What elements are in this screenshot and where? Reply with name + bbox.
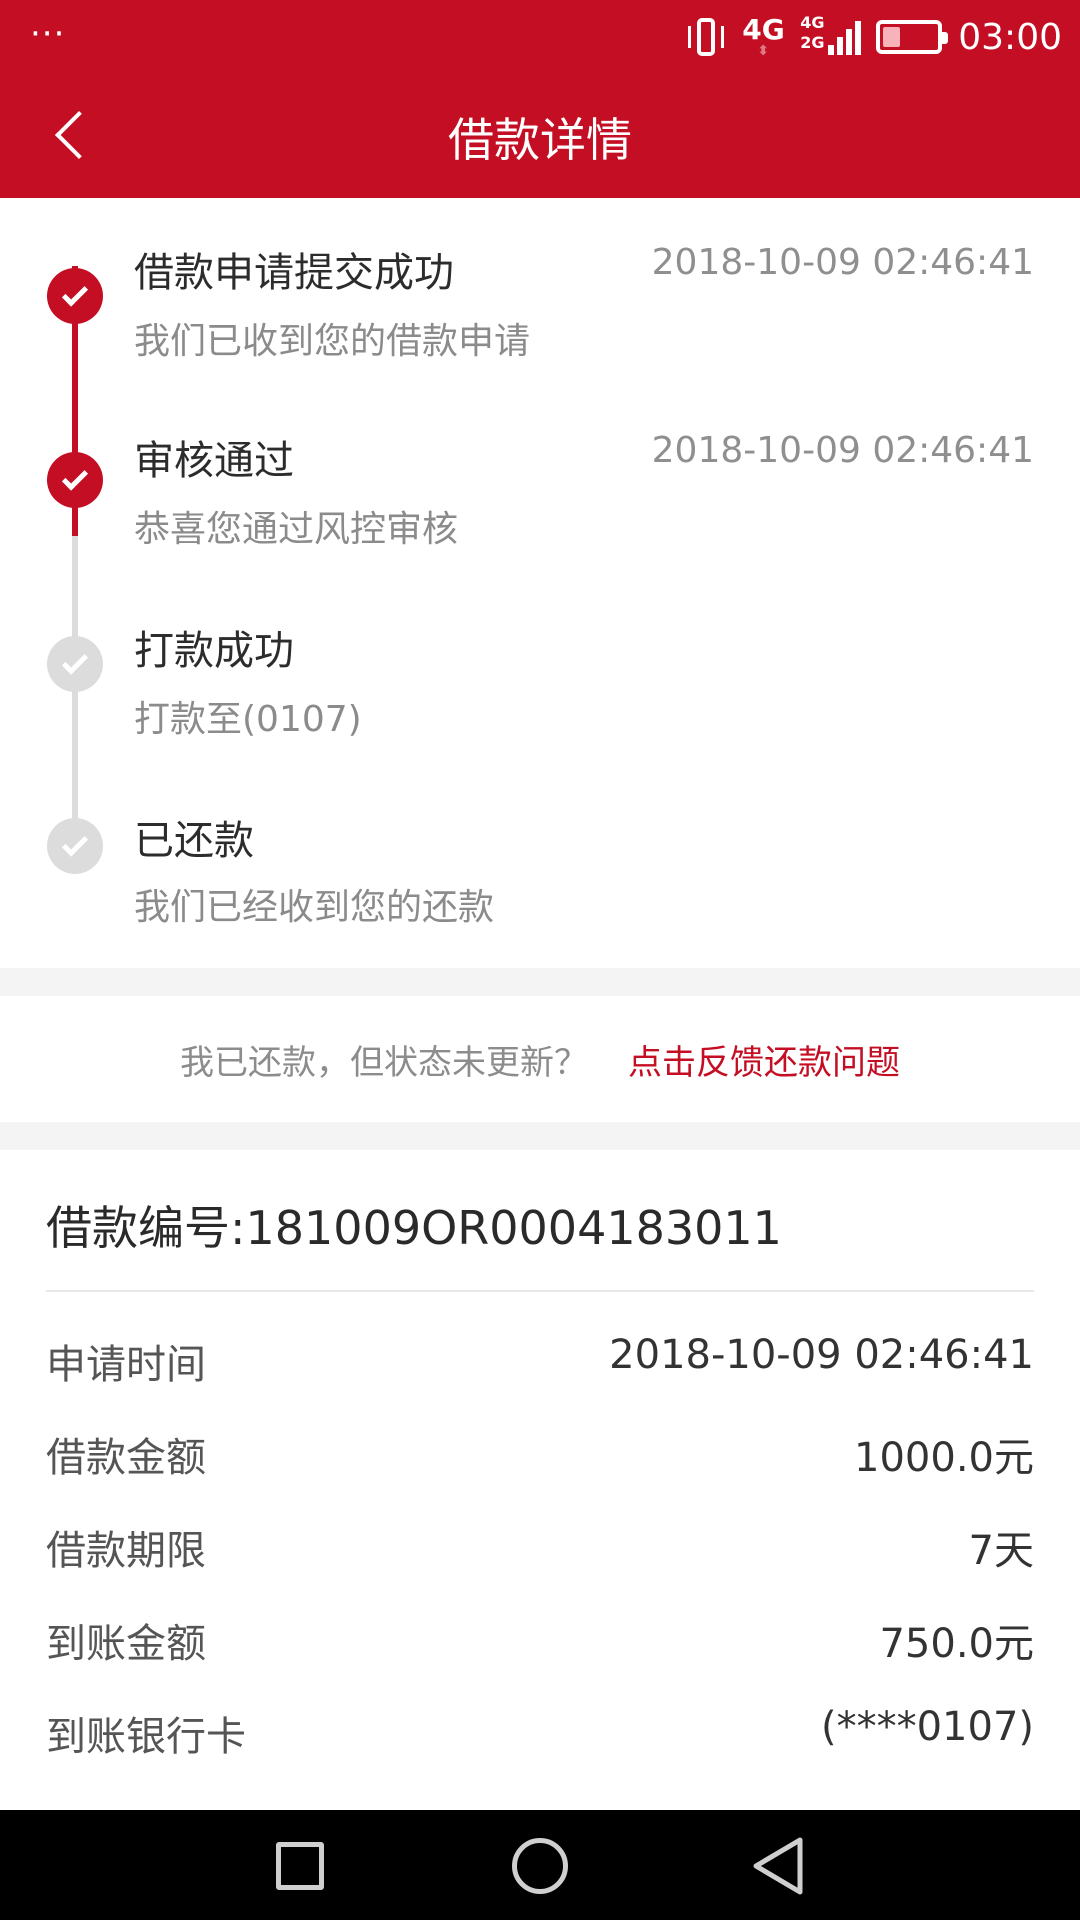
step-desc: 打款至(0107) [134, 699, 362, 740]
page-title: 借款详情 [448, 113, 632, 167]
signal-label-bottom: 2G [800, 33, 825, 52]
detail-value: (****0107) [820, 1704, 1034, 1750]
network-4g-icon: 4G ⬍ [742, 13, 785, 59]
detail-value: 7天 [968, 1528, 1034, 1574]
detail-row: 到账金额 750.0元 [46, 1611, 1034, 1671]
step-time: 2018-10-09 02:46:41 [651, 242, 1034, 283]
detail-row: 到账银行卡 (****0107) [46, 1704, 1034, 1764]
vibrate-icon [686, 16, 726, 58]
loan-detail-card: 借款编号:181009OR0004183011 申请时间 2018-10-09 … [0, 1150, 1080, 1810]
system-back-button[interactable] [748, 1834, 812, 1898]
step-title: 借款申请提交成功 [134, 250, 454, 296]
step-done-icon [47, 452, 103, 508]
home-button[interactable] [508, 1834, 572, 1898]
detail-row: 借款金额 1000.0元 [46, 1425, 1034, 1485]
step-desc: 我们已经收到您的还款 [134, 887, 495, 928]
signal-label-top: 4G [800, 13, 825, 32]
detail-label: 到账金额 [46, 1621, 206, 1667]
detail-label: 借款期限 [46, 1528, 206, 1574]
network-label: 4G [742, 13, 785, 46]
step-pending-icon [47, 818, 103, 874]
check-icon [61, 279, 89, 307]
clock: 03:00 [958, 16, 1062, 58]
triangle-back-icon [753, 1837, 803, 1895]
recents-button[interactable] [268, 1834, 332, 1898]
circle-icon [512, 1838, 568, 1894]
step-title: 审核通过 [134, 438, 294, 484]
feedback-question: 我已还款，但状态未更新？ [180, 1042, 588, 1083]
battery-icon [876, 20, 949, 54]
check-icon [61, 829, 89, 857]
step-done-icon [47, 268, 103, 324]
detail-value: 750.0元 [879, 1621, 1034, 1667]
status-icons: 4G ⬍ 4G 2G 03:00 [686, 12, 1062, 62]
app-header: 借款详情 [0, 74, 1080, 198]
loan-progress-timeline: 借款申请提交成功 2018-10-09 02:46:41 我们已收到您的借款申请… [0, 198, 1080, 968]
detail-label: 申请时间 [46, 1342, 206, 1388]
step-desc: 恭喜您通过风控审核 [134, 509, 459, 550]
detail-label: 到账银行卡 [46, 1714, 246, 1760]
square-icon [276, 1842, 324, 1890]
status-bar: ··· 4G ⬍ 4G 2G 03:00 [0, 0, 1080, 74]
step-title: 已还款 [134, 818, 254, 864]
system-nav-bar [0, 1810, 1080, 1920]
menu-dots-icon: ··· [30, 14, 66, 54]
feedback-link[interactable]: 点击反馈还款问题 [628, 1035, 900, 1084]
step-time: 2018-10-09 02:46:41 [651, 430, 1034, 471]
signal-icon: 4G 2G [800, 13, 862, 61]
step-pending-icon [47, 636, 103, 692]
loan-number: 借款编号:181009OR0004183011 [46, 1201, 782, 1255]
detail-value: 1000.0元 [854, 1435, 1034, 1481]
check-icon [61, 463, 89, 491]
repayment-feedback-row: 我已还款，但状态未更新？ 点击反馈还款问题 [0, 996, 1080, 1122]
detail-row: 借款期限 7天 [46, 1518, 1034, 1578]
detail-value: 2018-10-09 02:46:41 [609, 1332, 1034, 1378]
step-title: 打款成功 [134, 628, 294, 674]
detail-label: 借款金额 [46, 1435, 206, 1481]
detail-row: 申请时间 2018-10-09 02:46:41 [46, 1332, 1034, 1392]
step-desc: 我们已收到您的借款申请 [134, 321, 531, 362]
divider [46, 1290, 1034, 1292]
check-icon [61, 647, 89, 675]
